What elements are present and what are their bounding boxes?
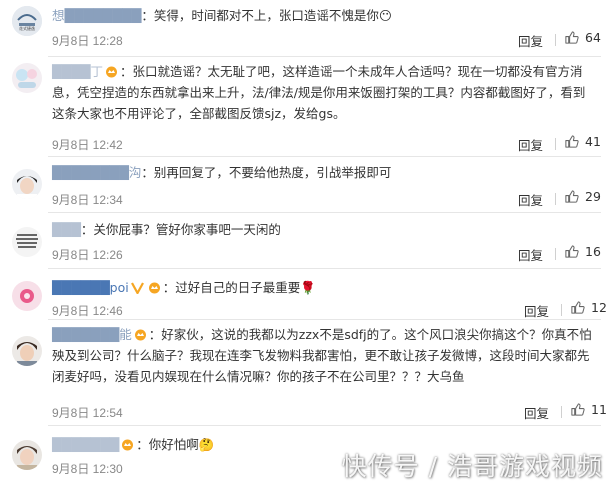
avatar-image bbox=[12, 63, 42, 93]
comment-time: 9月8日 12:54 bbox=[52, 406, 123, 420]
username[interactable]: ███████ bbox=[52, 437, 119, 452]
avatar-label: 花式捷逸 bbox=[19, 26, 35, 31]
vip-crown-icon bbox=[105, 66, 117, 78]
avatar-image bbox=[12, 440, 42, 470]
thumbs-up-icon bbox=[565, 245, 579, 258]
reply-button[interactable]: 回复 bbox=[524, 301, 549, 320]
action-divider bbox=[561, 304, 562, 316]
action-divider bbox=[555, 34, 556, 46]
avatar-image bbox=[12, 336, 42, 366]
like-button[interactable]: 16 bbox=[564, 244, 601, 259]
action-divider bbox=[555, 138, 556, 150]
avatar[interactable]: 花式捷逸 bbox=[12, 6, 42, 36]
vip-crown-icon bbox=[122, 439, 134, 451]
avatar[interactable] bbox=[12, 63, 42, 93]
vip-v-icon bbox=[130, 282, 144, 294]
avatar[interactable] bbox=[12, 281, 42, 311]
thumbs-up-icon bbox=[565, 190, 579, 203]
comment-text: ：关你屁事？管好你家事吧一天闲的 bbox=[80, 222, 281, 237]
thumbs-up-icon bbox=[571, 301, 585, 314]
username[interactable]: ██████poi bbox=[52, 280, 129, 295]
comment-time: 9月8日 12:42 bbox=[52, 138, 123, 152]
username[interactable]: ████丁 bbox=[52, 64, 103, 79]
vip-crown-icon bbox=[134, 329, 146, 341]
reply-button[interactable]: 回复 bbox=[518, 135, 543, 154]
like-button[interactable]: 12 bbox=[570, 300, 607, 315]
reply-button[interactable]: 回复 bbox=[518, 31, 543, 50]
like-count: 64 bbox=[585, 30, 601, 45]
action-divider bbox=[555, 248, 556, 260]
action-divider bbox=[561, 406, 562, 418]
avatar[interactable] bbox=[12, 440, 42, 470]
comment-time: 9月8日 12:28 bbox=[52, 34, 123, 48]
avatar[interactable] bbox=[12, 336, 42, 366]
avatar[interactable] bbox=[12, 169, 42, 199]
comment-body: ███████能 ：好家伙，这说的我都以为zzx不是sdfj的了。这个风口浪尖你搞… bbox=[52, 324, 595, 387]
like-button[interactable]: 41 bbox=[564, 134, 601, 149]
username[interactable]: ███ bbox=[52, 222, 81, 237]
comment-text: ：张口就造谣？太无耻了吧，这样造谣一个未成年人合适吗？现在一切都没有官方消息，凭… bbox=[52, 64, 586, 121]
thumbs-up-icon bbox=[571, 403, 585, 416]
like-count: 29 bbox=[585, 189, 601, 204]
avatar-image bbox=[12, 227, 42, 257]
reply-button[interactable]: 回复 bbox=[518, 245, 543, 264]
thumbs-up-icon bbox=[565, 135, 579, 148]
comment-body: ████丁 ：张口就造谣？太无耻了吧，这样造谣一个未成年人合适吗？现在一切都没有官… bbox=[52, 61, 595, 124]
comment-item: ███████能 ：好家伙，这说的我都以为zzx不是sdfj的了。这个风口浪尖你搞… bbox=[0, 320, 609, 425]
reply-button[interactable]: 回复 bbox=[524, 403, 549, 422]
comment-item: 花式捷逸 想████████：笑得，时间都对不上，张口造谣不愧是你😶 9月8日 … bbox=[0, 0, 609, 56]
action-divider bbox=[555, 193, 556, 205]
username[interactable]: ████████沟 bbox=[52, 165, 141, 180]
reply-button[interactable]: 回复 bbox=[518, 190, 543, 209]
username[interactable]: ███████能 bbox=[52, 327, 132, 342]
thumbs-up-icon bbox=[565, 31, 579, 44]
comment-text: ：笑得，时间都对不上，张口造谣不愧是你😶 bbox=[141, 8, 392, 23]
comment-item: ████丁 ：张口就造谣？太无耻了吧，这样造谣一个未成年人合适吗？现在一切都没有官… bbox=[0, 57, 609, 156]
vip-crown-icon bbox=[148, 282, 160, 294]
comment-text: ：别再回复了，不要给他热度，引战举报即可 bbox=[141, 165, 392, 180]
comment-body: 想████████：笑得，时间都对不上，张口造谣不愧是你😶 bbox=[52, 5, 595, 26]
comment-time: 9月8日 12:34 bbox=[52, 193, 123, 207]
comment-text: ：过好自己的日子最重要🌹 bbox=[162, 280, 316, 295]
comment-time: 9月8日 12:46 bbox=[52, 304, 123, 318]
username[interactable]: 想████████ bbox=[52, 8, 141, 23]
comment-time: 9月8日 12:26 bbox=[52, 248, 123, 262]
comment-body: ███：关你屁事？管好你家事吧一天闲的 bbox=[52, 219, 595, 240]
like-button[interactable]: 11 bbox=[570, 402, 607, 417]
like-button[interactable]: 64 bbox=[564, 30, 601, 45]
comment-item: ███：关你屁事？管好你家事吧一天闲的 9月8日 12:26 回复 16 bbox=[0, 213, 609, 268]
like-count: 12 bbox=[591, 300, 607, 315]
like-count: 11 bbox=[591, 402, 607, 417]
comment-body: ████████沟：别再回复了，不要给他热度，引战举报即可 bbox=[52, 162, 595, 183]
avatar-image bbox=[12, 281, 42, 311]
comment-time: 9月8日 12:30 bbox=[52, 462, 123, 476]
like-count: 16 bbox=[585, 244, 601, 259]
avatar[interactable] bbox=[12, 227, 42, 257]
weibo-comment-list: 花式捷逸 想████████：笑得，时间都对不上，张口造谣不愧是你😶 9月8日 … bbox=[0, 0, 609, 487]
comment-body: ██████poi ：过好自己的日子最重要🌹 bbox=[52, 277, 595, 298]
like-button[interactable]: 29 bbox=[564, 189, 601, 204]
avatar-image bbox=[12, 169, 42, 199]
comment-item: ████████沟：别再回复了，不要给他热度，引战举报即可 9月8日 12:34… bbox=[0, 157, 609, 212]
comment-item: ██████poi ：过好自己的日子最重要🌹 9月8日 12:46 回复 12 bbox=[0, 269, 609, 319]
like-count: 41 bbox=[585, 134, 601, 149]
watermark: 快传号 / 浩哥游戏视频 bbox=[341, 452, 603, 481]
comment-text: ：你好怕啊🤔 bbox=[136, 437, 215, 452]
